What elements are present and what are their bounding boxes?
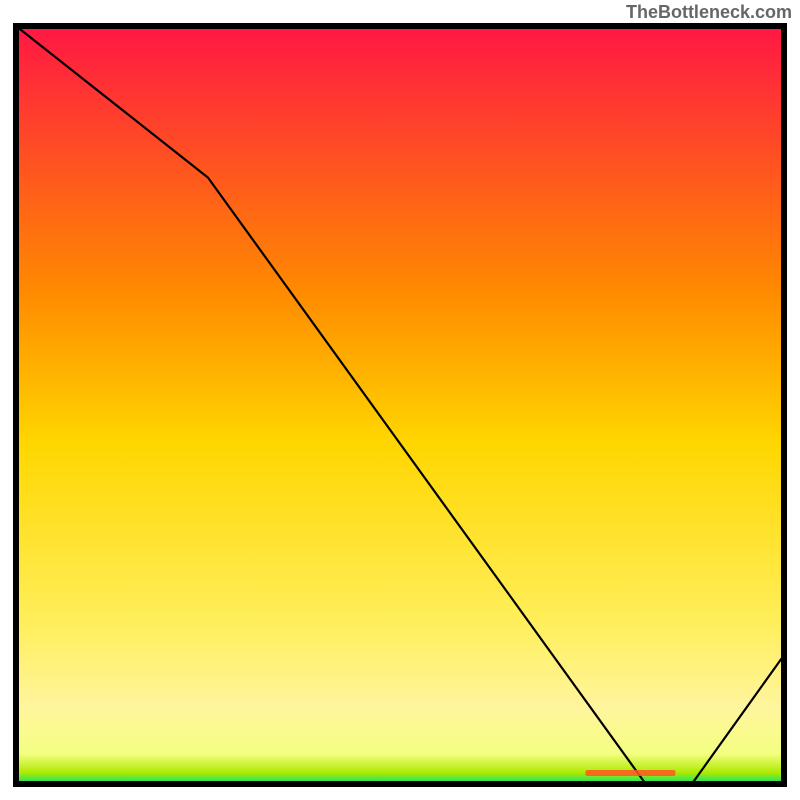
chart-svg (10, 20, 790, 790)
valley-label (585, 770, 675, 776)
plot-background (16, 26, 784, 784)
chart-container (10, 20, 790, 790)
watermark-text: TheBottleneck.com (626, 2, 792, 23)
